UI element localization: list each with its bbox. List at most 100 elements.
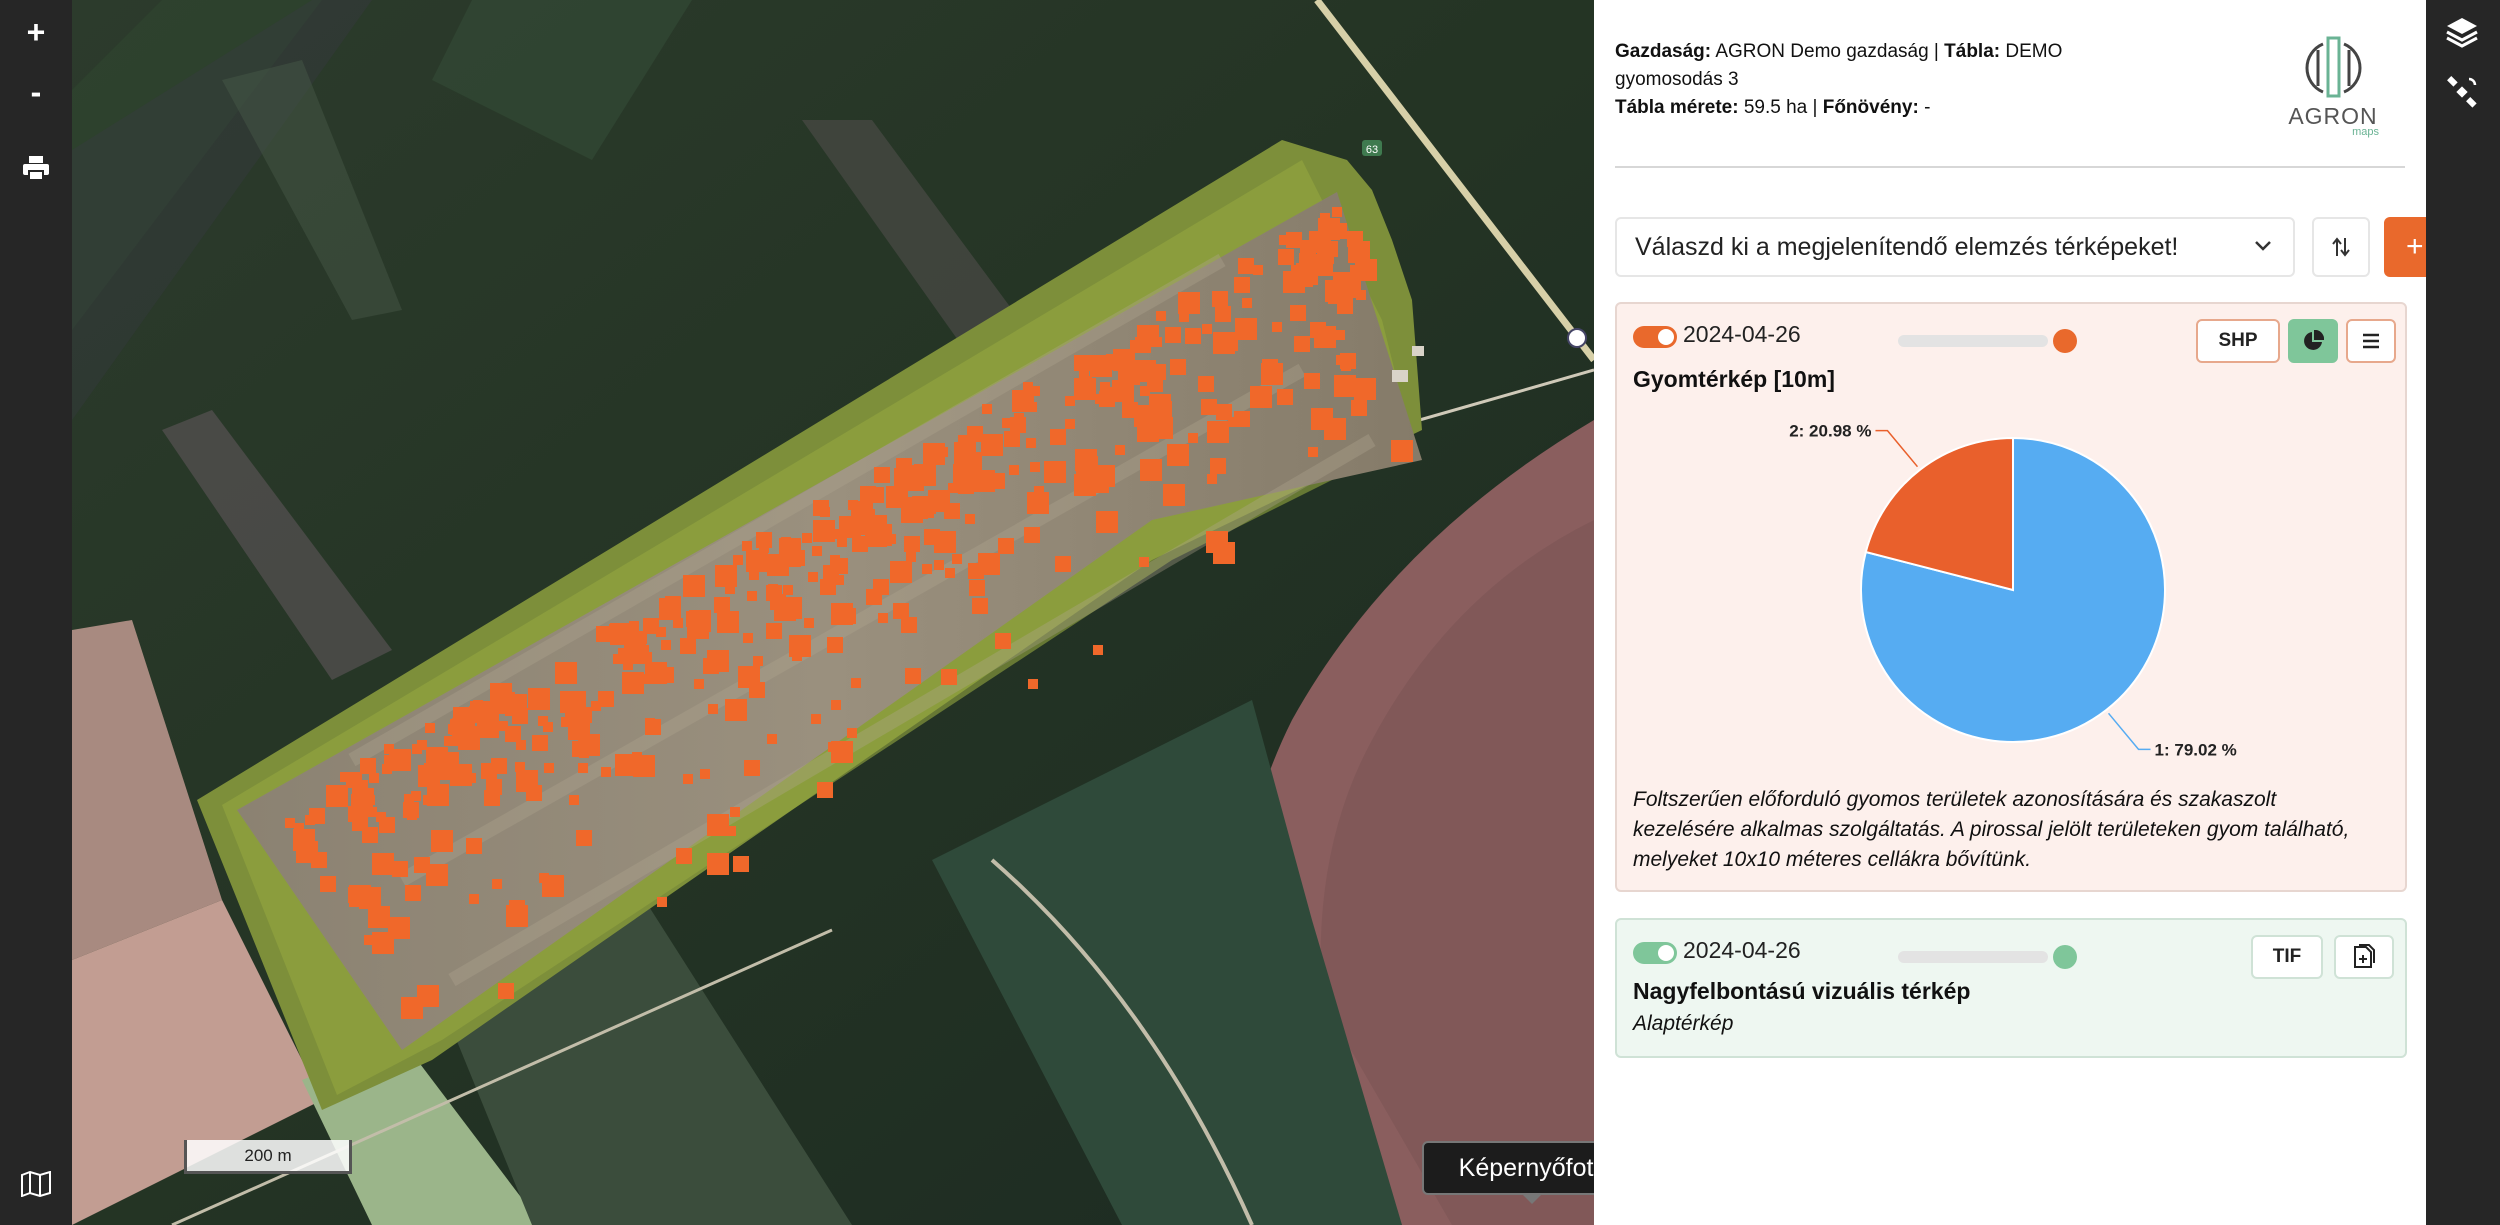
weed-cell bbox=[820, 507, 830, 517]
weed-cell bbox=[847, 728, 857, 738]
weed-cell bbox=[637, 634, 647, 644]
add-layer-button[interactable]: + bbox=[2384, 217, 2426, 277]
weed-cell bbox=[1354, 378, 1376, 400]
weed-cell bbox=[1210, 458, 1226, 474]
weed-cell bbox=[768, 584, 778, 594]
shp-download-button[interactable]: SHP bbox=[2196, 319, 2280, 363]
weed-cell bbox=[683, 575, 705, 597]
weed-cell bbox=[1156, 311, 1166, 321]
weed-cell bbox=[544, 763, 554, 773]
weed-cell bbox=[890, 561, 912, 583]
weed-cell bbox=[645, 662, 667, 684]
weed-cell bbox=[817, 782, 833, 798]
weed-cell bbox=[923, 443, 945, 465]
satellite-icon[interactable] bbox=[2436, 66, 2488, 118]
weed-cell bbox=[989, 473, 1005, 489]
weed-cell bbox=[326, 785, 348, 807]
weed-cell bbox=[1278, 249, 1294, 265]
screenshot-tooltip[interactable]: Képernyőfotó bbox=[1422, 1141, 1594, 1204]
weed-cell bbox=[802, 533, 812, 543]
weed-cell bbox=[1332, 207, 1342, 217]
opacity-slider[interactable] bbox=[1898, 335, 2048, 347]
weed-cell bbox=[539, 873, 549, 883]
weed-cell bbox=[633, 755, 655, 777]
weed-cell bbox=[1250, 386, 1272, 408]
weed-cell bbox=[498, 721, 508, 731]
add-document-button[interactable] bbox=[2334, 935, 2394, 979]
satellite-map[interactable]: 63 200 m Képernyőfotó bbox=[72, 0, 1594, 1225]
weed-cell bbox=[874, 467, 890, 483]
weed-cell bbox=[1242, 298, 1252, 308]
layer-description: Foltszerűen előforduló gyomos területek … bbox=[1633, 788, 2350, 871]
weed-cell bbox=[613, 654, 623, 664]
weed-cell bbox=[1115, 445, 1125, 455]
layer-toggle[interactable] bbox=[1633, 942, 1677, 964]
weed-cell bbox=[309, 808, 325, 824]
layer-date: 2024-04-26 bbox=[1683, 937, 1801, 963]
weed-cell bbox=[346, 772, 362, 788]
weed-cell bbox=[928, 490, 950, 512]
weed-cell bbox=[1044, 461, 1066, 483]
weed-cell bbox=[294, 823, 304, 833]
opacity-slider[interactable] bbox=[1898, 951, 2048, 963]
weed-cell bbox=[766, 623, 782, 639]
weed-cell bbox=[362, 827, 378, 843]
zoom-out-button[interactable]: - bbox=[10, 66, 62, 118]
weed-cell bbox=[717, 611, 739, 633]
layer-title: Nagyfelbontású vizuális térkép bbox=[1633, 978, 1971, 1004]
weed-cell bbox=[1065, 419, 1075, 429]
weed-cell bbox=[601, 767, 611, 777]
weed-cell bbox=[749, 682, 765, 698]
print-icon[interactable] bbox=[10, 142, 62, 194]
map-icon[interactable] bbox=[10, 1158, 62, 1210]
weed-cell bbox=[578, 734, 600, 756]
map-canvas[interactable]: 63 bbox=[72, 0, 1594, 1225]
weed-cell bbox=[1065, 396, 1075, 406]
chart-toggle-button[interactable] bbox=[2288, 319, 2338, 363]
size-value: 59.5 ha | bbox=[1743, 97, 1818, 118]
weed-cell bbox=[469, 894, 479, 904]
weed-cell bbox=[981, 434, 1003, 456]
weed-cell bbox=[840, 608, 856, 624]
weed-cell bbox=[1055, 556, 1071, 572]
weed-cell bbox=[753, 656, 763, 666]
pie-label-2: 2: 20.98 % bbox=[1789, 422, 1871, 441]
weed-cell bbox=[770, 594, 786, 610]
weed-cell bbox=[616, 631, 626, 641]
opacity-slider-handle[interactable] bbox=[2053, 945, 2077, 969]
weed-cell bbox=[417, 740, 427, 750]
weed-cell bbox=[952, 554, 962, 564]
layers-icon[interactable] bbox=[2436, 6, 2488, 58]
weed-cell bbox=[351, 794, 373, 816]
opacity-slider-handle[interactable] bbox=[2053, 329, 2077, 353]
map-select-dropdown[interactable]: Válaszd ki a megjelenítendő elemzés térk… bbox=[1615, 217, 2295, 277]
layer-toggle[interactable] bbox=[1633, 326, 1677, 348]
weed-cell bbox=[680, 638, 696, 654]
weed-cell bbox=[1272, 322, 1282, 332]
weed-cell bbox=[1300, 240, 1316, 256]
weed-cell bbox=[1024, 527, 1040, 543]
size-label: Tábla mérete: bbox=[1615, 97, 1739, 118]
weed-cell bbox=[379, 817, 395, 833]
field-label: Tábla: bbox=[1944, 41, 2001, 62]
weed-cell bbox=[1279, 235, 1289, 245]
weed-cell bbox=[804, 618, 814, 628]
weed-cell bbox=[1213, 332, 1235, 354]
weed-cell bbox=[747, 591, 757, 601]
weed-cell bbox=[1348, 241, 1370, 263]
weed-cell bbox=[746, 550, 768, 572]
tif-download-button[interactable]: TIF bbox=[2251, 935, 2323, 979]
weed-cell bbox=[1391, 440, 1413, 462]
sort-button[interactable] bbox=[2312, 217, 2370, 277]
weed-cell bbox=[703, 658, 719, 674]
weed-cell bbox=[1010, 417, 1026, 433]
weed-cell bbox=[647, 618, 657, 628]
weed-cell bbox=[1142, 427, 1152, 437]
zoom-in-button[interactable]: + bbox=[10, 6, 62, 58]
weed-cell bbox=[878, 613, 888, 623]
layer-menu-button[interactable] bbox=[2346, 319, 2396, 363]
weed-cell bbox=[851, 678, 861, 688]
weed-cell bbox=[1228, 417, 1238, 427]
weed-cell bbox=[1137, 325, 1159, 347]
weed-cell bbox=[1096, 511, 1118, 533]
